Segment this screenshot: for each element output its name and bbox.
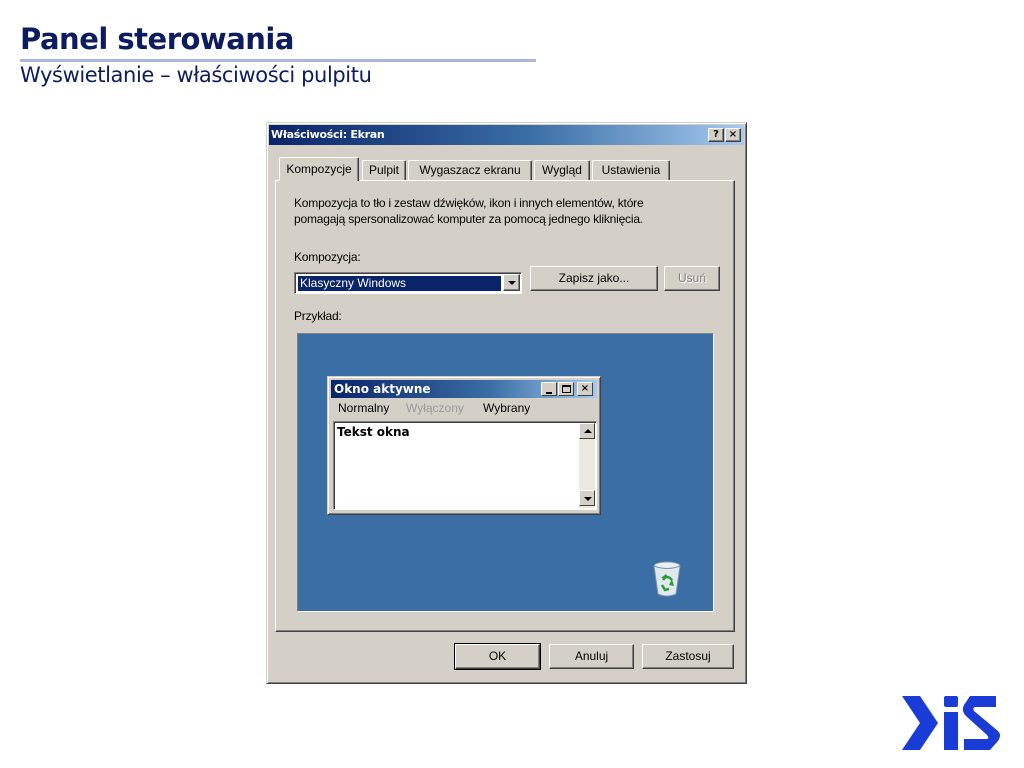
chevron-up-icon [584,429,592,433]
chevron-down-icon [508,281,516,285]
minimize-icon [541,382,557,396]
maximize-icon [558,382,574,396]
tab-wygaszacz-ekranu[interactable]: Wygaszacz ekranu [408,160,532,181]
tab-wyglad[interactable]: Wygląd [534,160,590,181]
apply-button[interactable]: Zastosuj [642,644,734,669]
tab-ustawienia[interactable]: Ustawienia [592,160,670,181]
preview-label: Przykład: [294,309,342,323]
save-as-button[interactable]: Zapisz jako... [530,266,658,291]
slide-subtitle: Wyświetlanie – właściwości pulpitu [20,63,372,87]
theme-label: Kompozycja: [294,250,361,264]
preview-menu-selected: Wybrany [483,401,531,415]
dialog-title: Właściwości: Ekran [271,128,385,141]
close-icon: × [577,382,593,396]
dropdown-button[interactable] [503,274,520,291]
close-button[interactable]: × [725,128,741,142]
preview-window-text: Tekst okna [337,425,410,439]
preview-menu-normal: Normalny [338,401,390,415]
slide-title: Panel sterowania [20,22,294,56]
cancel-button[interactable]: Anuluj [549,644,634,669]
preview-active-window: Okno aktywne × Normalny Wyłączony Wybran… [327,376,601,515]
preview-menu-disabled: Wyłączony [406,401,464,415]
scroll-up-button [579,423,595,439]
help-button[interactable]: ? [708,128,724,142]
description-line-1: Kompozycja to tło i zestaw dźwięków, iko… [294,196,644,210]
preview-window-title: Okno aktywne [334,382,431,396]
tab-kompozycje[interactable]: Kompozycje [279,157,359,181]
theme-select-value: Klasyczny Windows [298,276,501,291]
preview-titlebar: Okno aktywne × [331,380,597,398]
preview-window-body: Tekst okna [333,421,597,510]
theme-preview: Okno aktywne × Normalny Wyłączony Wybran… [297,333,714,612]
dialog-titlebar[interactable]: Właściwości: Ekran ? × [269,125,744,145]
delete-button[interactable]: Usuń [664,266,720,291]
recycle-bin-icon [653,561,681,597]
preview-scrollbar [579,423,595,508]
ok-button[interactable]: OK [454,643,541,670]
company-logo [902,696,1000,750]
tab-pulpit[interactable]: Pulpit [362,160,406,181]
scroll-down-button [579,490,595,506]
description-line-2: pomagają spersonalizować komputer za pom… [294,212,643,226]
chevron-down-icon [584,497,592,501]
theme-select[interactable]: Klasyczny Windows [294,272,522,294]
